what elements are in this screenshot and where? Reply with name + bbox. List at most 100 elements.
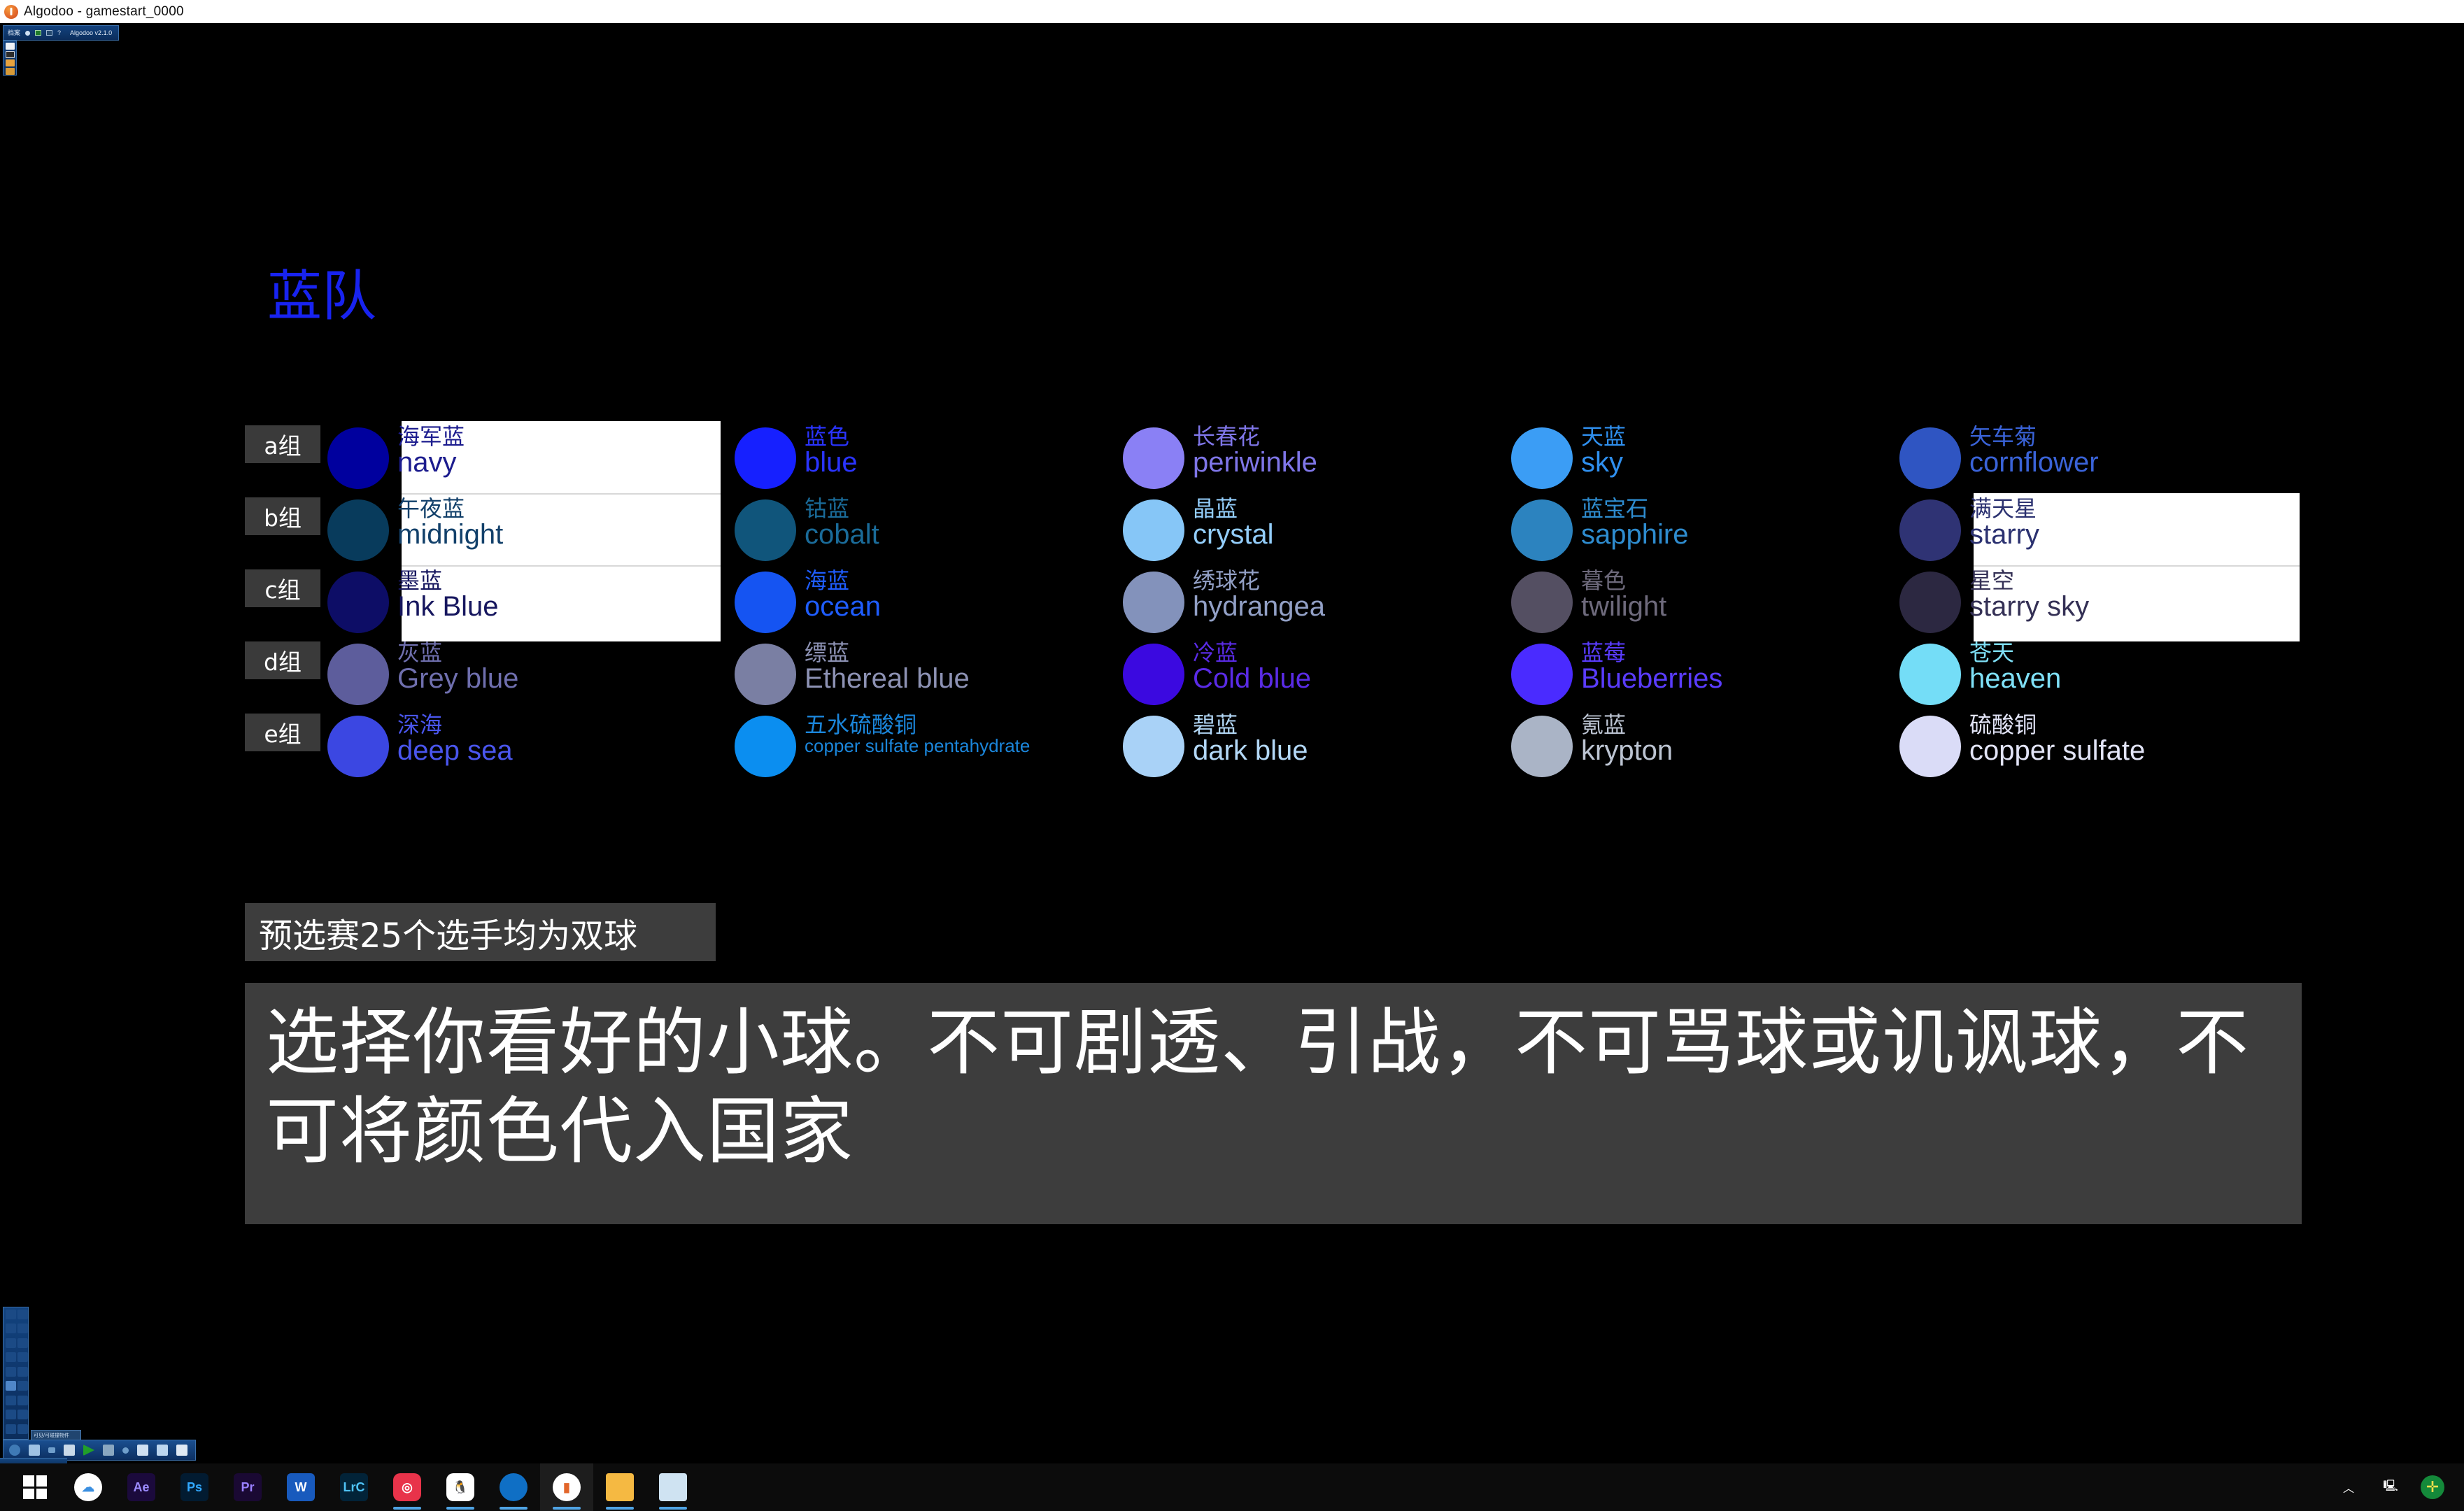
ball-entry[interactable]: 冷蓝 Cold blue xyxy=(1123,641,1311,721)
security-icon[interactable]: ✛ xyxy=(2421,1475,2444,1499)
ball-entry[interactable]: 长春花 periwinkle xyxy=(1123,425,1317,504)
ball-entry[interactable]: 晶蓝 crystal xyxy=(1123,497,1274,576)
ball-circle[interactable] xyxy=(1899,644,1961,705)
help-question-icon[interactable]: ? xyxy=(57,29,61,36)
window-button-icon[interactable] xyxy=(46,30,53,36)
taskbar-item-microsoft-edge[interactable] xyxy=(487,1463,540,1511)
ball-entry[interactable]: 深海 deep sea xyxy=(327,714,513,793)
ball-entry[interactable]: 苍天 heaven xyxy=(1899,641,2061,721)
word-icon[interactable]: W xyxy=(287,1473,315,1501)
step-up-icon[interactable] xyxy=(48,1447,55,1453)
play-button-icon[interactable] xyxy=(35,30,42,36)
network-icon[interactable]: 🖳 xyxy=(2379,1475,2402,1499)
chevron-up-icon[interactable]: ︿ xyxy=(2337,1475,2360,1499)
file-explorer-icon[interactable] xyxy=(606,1473,634,1501)
microsoft-edge-icon[interactable] xyxy=(500,1473,528,1501)
baidu-netdisk-icon[interactable]: ☁ xyxy=(74,1473,102,1501)
taskbar-item-baidu-netdisk[interactable]: ☁ xyxy=(62,1463,115,1511)
ball-circle[interactable] xyxy=(1511,427,1573,489)
thruster-tool-icon[interactable] xyxy=(6,1410,16,1420)
ball-circle[interactable] xyxy=(1123,572,1184,633)
ball-entry[interactable]: 钴蓝 cobalt xyxy=(735,497,879,576)
ball-entry[interactable]: 蓝莓 Blueberries xyxy=(1511,641,1722,721)
rotate-tool-icon[interactable] xyxy=(6,1338,16,1348)
taskbar-item-qq[interactable]: 🐧 xyxy=(434,1463,487,1511)
ball-circle[interactable] xyxy=(735,644,796,705)
open-scene-folder-icon[interactable] xyxy=(5,68,15,75)
taskbar-item-file-explorer[interactable] xyxy=(593,1463,646,1511)
new-scene-icon[interactable] xyxy=(5,43,15,50)
ball-circle[interactable] xyxy=(1899,427,1961,489)
ball-circle[interactable] xyxy=(1123,427,1184,489)
ball-entry[interactable]: 灰蓝 Grey blue xyxy=(327,641,518,721)
ball-circle[interactable] xyxy=(735,572,796,633)
redo-icon[interactable] xyxy=(103,1445,114,1456)
menu-file[interactable]: 档案 xyxy=(8,29,20,36)
after-effects-icon[interactable]: Ae xyxy=(127,1473,155,1501)
sticky-notes-icon[interactable] xyxy=(659,1473,687,1501)
ball-entry[interactable]: 天蓝 sky xyxy=(1511,425,1626,504)
qq-icon[interactable]: 🐧 xyxy=(446,1473,474,1501)
ball-circle[interactable] xyxy=(327,716,389,777)
ball-circle[interactable] xyxy=(1511,716,1573,777)
physics-settings-icon[interactable] xyxy=(137,1445,148,1456)
ball-entry[interactable]: 矢车菊 cornflower xyxy=(1899,425,2099,504)
taskbar-item-sticky-notes[interactable] xyxy=(646,1463,700,1511)
algodoo-icon[interactable]: ▮ xyxy=(553,1473,581,1501)
netease-music-icon[interactable]: ◎ xyxy=(393,1473,421,1501)
laser-tool-icon[interactable] xyxy=(17,1352,28,1363)
taskbar-item-word[interactable]: W xyxy=(274,1463,327,1511)
axle-tool-icon[interactable] xyxy=(17,1395,28,1405)
ball-circle[interactable] xyxy=(1123,499,1184,561)
fixate-tool-icon[interactable] xyxy=(6,1395,16,1405)
taskbar-item-photoshop[interactable]: Ps xyxy=(168,1463,221,1511)
play-icon[interactable] xyxy=(83,1445,94,1456)
circle-tool-icon[interactable] xyxy=(17,1381,28,1391)
move-tool-icon[interactable] xyxy=(6,1324,16,1334)
ball-circle[interactable] xyxy=(735,427,796,489)
ball-entry[interactable]: 海蓝 ocean xyxy=(735,569,881,648)
algodoo-tool-palette[interactable] xyxy=(3,1307,29,1440)
ball-circle[interactable] xyxy=(1899,716,1961,777)
grid-icon[interactable] xyxy=(176,1445,187,1456)
zoom-icon[interactable] xyxy=(9,1445,20,1456)
box-tool-icon[interactable] xyxy=(6,1381,16,1391)
material-tool-icon[interactable] xyxy=(17,1424,28,1434)
algodoo-menubar[interactable]: 档案 ? Algodoo v2.1.0 xyxy=(3,25,119,41)
scene-settings-icon[interactable] xyxy=(157,1445,168,1456)
save-scene-icon[interactable] xyxy=(5,50,15,59)
ball-circle[interactable] xyxy=(327,499,389,561)
ball-entry[interactable]: 氪蓝 krypton xyxy=(1511,714,1673,793)
line-tool-icon[interactable] xyxy=(17,1310,28,1319)
drag-tool-icon[interactable] xyxy=(17,1324,28,1334)
ball-circle[interactable] xyxy=(735,499,796,561)
ball-circle[interactable] xyxy=(1899,499,1961,561)
windows-taskbar[interactable]: ☁ Ae Ps Pr W LrC ◎ 🐧 ▮ ︿ 🖳 ✛ xyxy=(0,1463,2464,1511)
ball-entry[interactable]: 海军蓝 navy xyxy=(327,425,465,504)
taskbar-item-premiere-pro[interactable]: Pr xyxy=(221,1463,274,1511)
ball-entry[interactable]: 碧蓝 dark blue xyxy=(1123,714,1308,793)
lightroom-classic-icon[interactable]: LrC xyxy=(340,1473,368,1501)
ball-entry[interactable]: 暮色 twilight xyxy=(1511,569,1666,648)
ball-entry[interactable]: 蓝宝石 sapphire xyxy=(1511,497,1688,576)
ball-entry[interactable]: 缥蓝 Ethereal blue xyxy=(735,641,970,721)
taskbar-item-algodoo[interactable]: ▮ xyxy=(540,1463,593,1511)
ball-entry[interactable]: 硫酸铜 copper sulfate xyxy=(1899,714,2145,793)
ball-circle[interactable] xyxy=(1511,499,1573,561)
photoshop-icon[interactable]: Ps xyxy=(180,1473,208,1501)
start-button[interactable] xyxy=(8,1463,62,1511)
brush-tool-icon[interactable] xyxy=(6,1310,16,1319)
ball-entry[interactable]: 午夜蓝 midnight xyxy=(327,497,503,576)
water-tool-icon[interactable] xyxy=(6,1424,16,1434)
ball-entry[interactable]: 五水硫酸铜 copper sulfate pentahydrate xyxy=(735,714,1030,793)
gear-tool-icon[interactable] xyxy=(17,1366,28,1377)
scene-dot-icon[interactable] xyxy=(25,30,31,36)
system-tray[interactable]: ︿ 🖳 ✛ xyxy=(2337,1463,2457,1511)
ball-entry[interactable]: 满天星 starry xyxy=(1899,497,2039,576)
ball-circle[interactable] xyxy=(735,716,796,777)
ball-circle[interactable] xyxy=(1123,644,1184,705)
tracer-tool-icon[interactable] xyxy=(17,1410,28,1420)
ball-circle[interactable] xyxy=(1511,644,1573,705)
chain-tool-icon[interactable] xyxy=(6,1352,16,1363)
open-folder-icon[interactable] xyxy=(5,59,15,67)
